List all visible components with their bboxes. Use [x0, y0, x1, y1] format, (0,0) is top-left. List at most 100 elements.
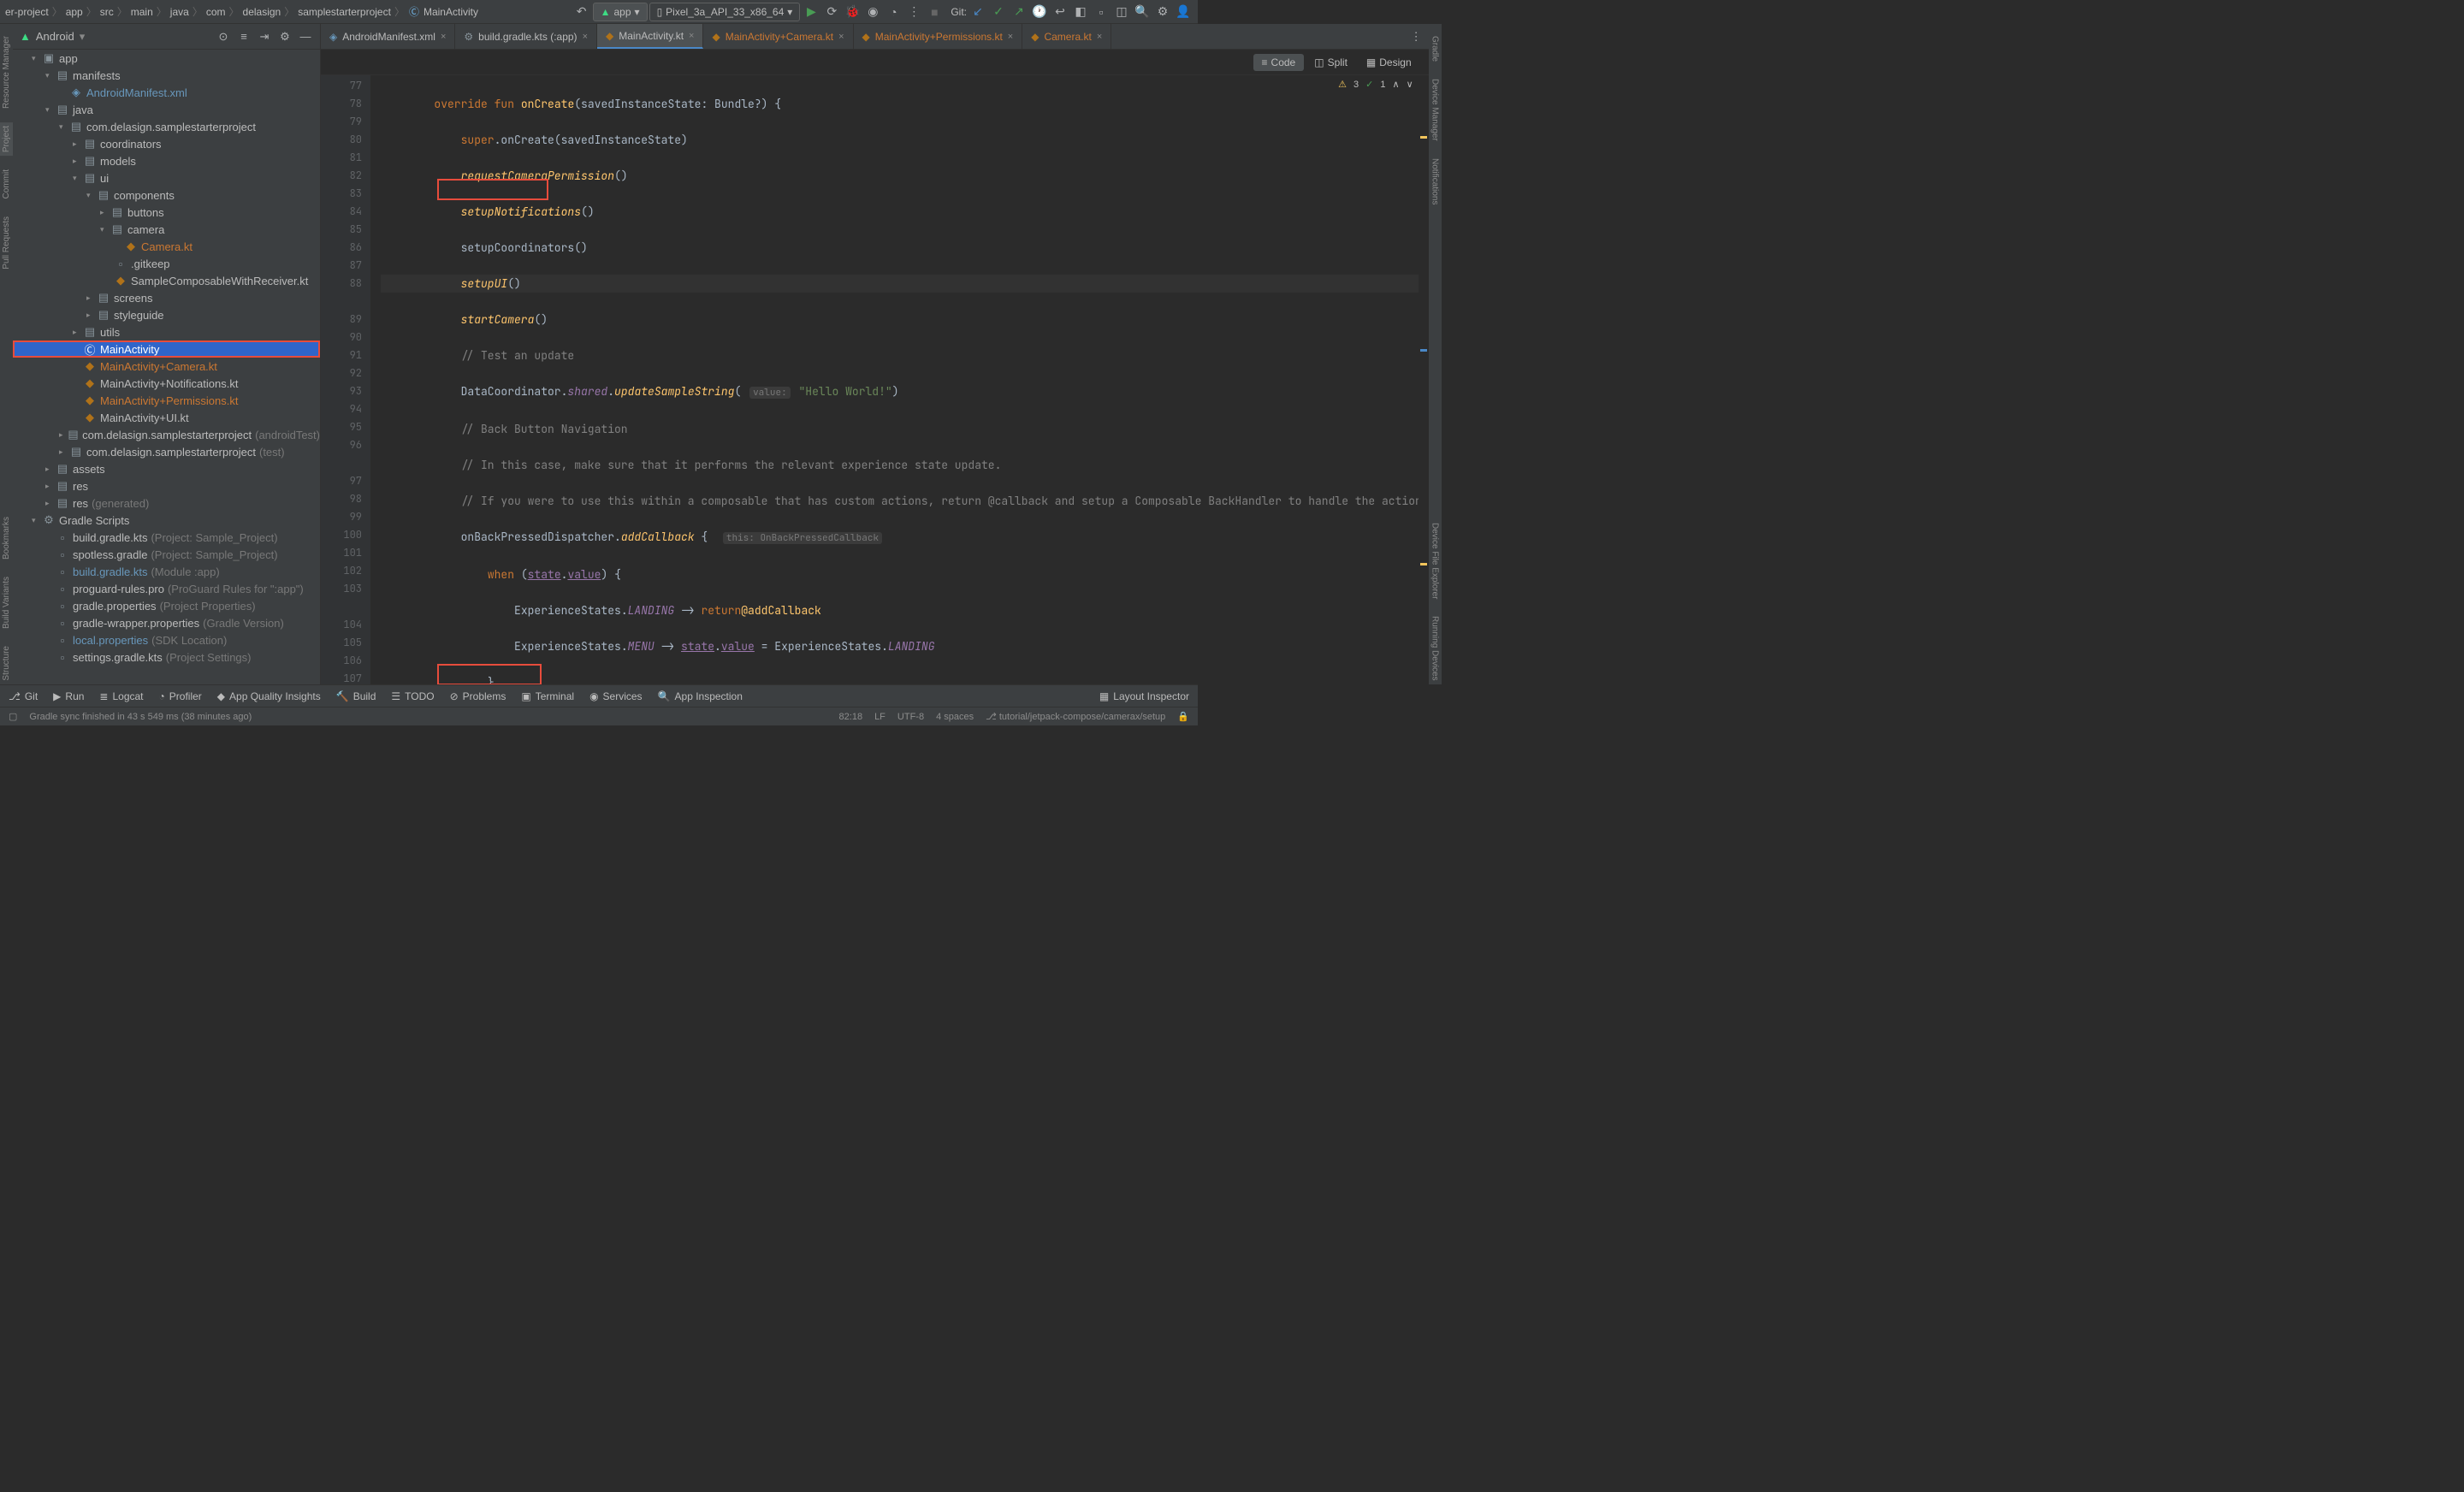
tree-item-build-gradle-project[interactable]: ▫build.gradle.kts (Project: Sample_Proje…	[13, 529, 320, 546]
file-encoding[interactable]: UTF-8	[897, 712, 924, 722]
sdk-manager-icon[interactable]: ▫	[1092, 3, 1111, 21]
tree-item-utils[interactable]: ▸▤utils	[13, 323, 320, 340]
tree-item-java[interactable]: ▾▤java	[13, 101, 320, 118]
chevron-down-icon[interactable]: ▾	[80, 30, 86, 44]
view-design-button[interactable]: ▦Design	[1358, 54, 1420, 71]
tree-item-local-properties[interactable]: ▫local.properties (SDK Location)	[13, 631, 320, 648]
tree-item-gradle-scripts[interactable]: ▾⚙Gradle Scripts	[13, 512, 320, 529]
tree-item-gradle-wrapper-properties[interactable]: ▫gradle-wrapper.properties (Gradle Versi…	[13, 614, 320, 631]
tree-item-main-activity-permissions[interactable]: ◆MainActivity+Permissions.kt	[13, 392, 320, 409]
tree-item-camera-folder[interactable]: ▾▤camera	[13, 221, 320, 238]
close-icon[interactable]: ×	[441, 32, 446, 42]
bottom-services[interactable]: ◉Services	[589, 690, 643, 702]
tree-item-build-gradle-module[interactable]: ▫build.gradle.kts (Module :app)	[13, 563, 320, 580]
tab-camera-kt[interactable]: ◆Camera.kt×	[1022, 24, 1111, 49]
tree-item-proguard[interactable]: ▫proguard-rules.pro (ProGuard Rules for …	[13, 580, 320, 597]
settings-icon[interactable]: ⚙	[1153, 3, 1172, 21]
bottom-todo[interactable]: ☰TODO	[391, 690, 434, 702]
view-code-button[interactable]: ≡Code	[1253, 54, 1305, 71]
tree-item-models[interactable]: ▸▤models	[13, 152, 320, 169]
status-icon[interactable]: ▢	[9, 711, 17, 722]
apply-changes-icon[interactable]: ⟳	[822, 3, 841, 21]
bottom-terminal[interactable]: ▣Terminal	[521, 690, 574, 702]
tab-main-activity[interactable]: ◆MainActivity.kt×	[597, 24, 703, 49]
git-update-icon[interactable]: ↙	[968, 3, 987, 21]
breadcrumb-segment[interactable]: delasign	[243, 6, 281, 18]
bottom-profiler[interactable]: ◔Profiler	[159, 690, 202, 702]
tree-item-res[interactable]: ▸▤res	[13, 477, 320, 494]
breadcrumb-segment[interactable]: samplestarterproject	[298, 6, 391, 18]
avatar-icon[interactable]: 👤	[1174, 3, 1193, 21]
left-tab-structure[interactable]: Structure	[0, 642, 13, 684]
device-selector[interactable]: ▯ Pixel_3a_API_33_x86_64 ▾	[649, 3, 801, 21]
back-icon[interactable]: ↶	[572, 3, 591, 21]
tree-item-buttons[interactable]: ▸▤buttons	[13, 204, 320, 221]
tab-main-activity-permissions[interactable]: ◆MainActivity+Permissions.kt×	[854, 24, 1023, 49]
tree-item-screens[interactable]: ▸▤screens	[13, 289, 320, 306]
chevron-down-icon[interactable]: ∨	[1407, 79, 1413, 90]
left-tab-resource-manager[interactable]: Resource Manager	[0, 33, 13, 112]
tree-item-main-activity-camera[interactable]: ◆MainActivity+Camera.kt	[13, 358, 320, 375]
settings-icon[interactable]: ⚙	[277, 29, 293, 44]
tree-item-styleguide[interactable]: ▸▤styleguide	[13, 306, 320, 323]
lock-icon[interactable]: 🔒	[1177, 711, 1189, 722]
code-editor[interactable]: 777879808182838485868788 899091929394959…	[321, 75, 1429, 684]
bottom-logcat[interactable]: ≣Logcat	[99, 690, 143, 702]
tree-item-package-androidtest[interactable]: ▸▤com.delasign.samplestarterproject (and…	[13, 426, 320, 443]
close-icon[interactable]: ×	[689, 31, 694, 41]
collapse-all-icon[interactable]: ⇥	[257, 29, 272, 44]
run-config-selector[interactable]: ▲ app ▾	[593, 3, 648, 21]
tree-item-app[interactable]: ▾▣app	[13, 50, 320, 67]
line-gutter[interactable]: 777879808182838485868788 899091929394959…	[321, 75, 370, 684]
tree-item-assets[interactable]: ▸▤assets	[13, 460, 320, 477]
left-tab-commit[interactable]: Commit	[0, 166, 13, 202]
bottom-layout-inspector[interactable]: ▦Layout Inspector	[1099, 690, 1189, 702]
project-tree[interactable]: ▾▣app ▾▤manifests ◈AndroidManifest.xml ▾…	[13, 50, 320, 684]
cursor-position[interactable]: 82:18	[839, 712, 863, 722]
avd-manager-icon[interactable]: ◧	[1071, 3, 1090, 21]
bottom-app-quality[interactable]: ◆App Quality Insights	[217, 690, 321, 702]
left-tab-project[interactable]: Project	[0, 122, 13, 156]
bottom-problems[interactable]: ⊘Problems	[450, 690, 506, 702]
git-push-icon[interactable]: ↗	[1010, 3, 1028, 21]
coverage-icon[interactable]: ◉	[863, 3, 882, 21]
right-tab-running-devices[interactable]: Running Devices	[1429, 613, 1442, 684]
tree-item-settings-gradle[interactable]: ▫settings.gradle.kts (Project Settings)	[13, 648, 320, 666]
tree-item-res-generated[interactable]: ▸▤res (generated)	[13, 494, 320, 512]
search-icon[interactable]: 🔍	[1133, 3, 1152, 21]
select-opened-file-icon[interactable]: ⊙	[216, 29, 231, 44]
git-commit-icon[interactable]: ✓	[989, 3, 1008, 21]
tree-item-coordinators[interactable]: ▸▤coordinators	[13, 135, 320, 152]
tree-item-ui[interactable]: ▾▤ui	[13, 169, 320, 186]
tree-item-gradle-properties[interactable]: ▫gradle.properties (Project Properties)	[13, 597, 320, 614]
tree-item-main-activity-notifications[interactable]: ◆MainActivity+Notifications.kt	[13, 375, 320, 392]
breadcrumb-segment[interactable]: app	[66, 6, 83, 18]
attach-debugger-icon[interactable]: ⋮	[904, 3, 923, 21]
hide-icon[interactable]: —	[298, 29, 313, 44]
line-separator[interactable]: LF	[874, 712, 886, 722]
close-icon[interactable]: ×	[838, 32, 844, 42]
right-tab-gradle[interactable]: Gradle	[1429, 33, 1442, 65]
left-tab-bookmarks[interactable]: Bookmarks	[0, 513, 13, 563]
breadcrumb[interactable]: er-project〉 app〉 src〉 main〉 java〉 com〉 d…	[5, 4, 478, 19]
stop-icon[interactable]: ■	[925, 3, 944, 21]
right-tab-device-file-explorer[interactable]: Device File Explorer	[1429, 519, 1442, 602]
breadcrumb-segment[interactable]: com	[206, 6, 226, 18]
editor-scrollbar[interactable]	[1419, 75, 1429, 684]
tab-build-gradle[interactable]: ⚙build.gradle.kts (:app)×	[455, 24, 597, 49]
tab-main-activity-camera[interactable]: ◆MainActivity+Camera.kt×	[703, 24, 853, 49]
bottom-build[interactable]: 🔨Build	[336, 690, 376, 702]
tree-item-sample-composable[interactable]: ◆SampleComposableWithReceiver.kt	[13, 272, 320, 289]
tree-item-package[interactable]: ▾▤com.delasign.samplestarterproject	[13, 118, 320, 135]
breadcrumb-segment[interactable]: main	[131, 6, 153, 18]
bottom-run[interactable]: ▶Run	[53, 690, 84, 702]
inspection-widget[interactable]: ⚠3 ✓1 ∧ ∨	[1338, 79, 1413, 90]
tree-item-android-manifest[interactable]: ◈AndroidManifest.xml	[13, 84, 320, 101]
right-tab-notifications[interactable]: Notifications	[1429, 155, 1442, 208]
view-split-button[interactable]: ◫Split	[1306, 54, 1356, 71]
bottom-git[interactable]: ⎇Git	[9, 690, 38, 702]
breadcrumb-segment[interactable]: java	[170, 6, 189, 18]
breadcrumb-segment[interactable]: MainActivity	[424, 6, 478, 18]
chevron-up-icon[interactable]: ∧	[1393, 79, 1400, 90]
code-content[interactable]: override fun onCreate(savedInstanceState…	[370, 75, 1429, 684]
